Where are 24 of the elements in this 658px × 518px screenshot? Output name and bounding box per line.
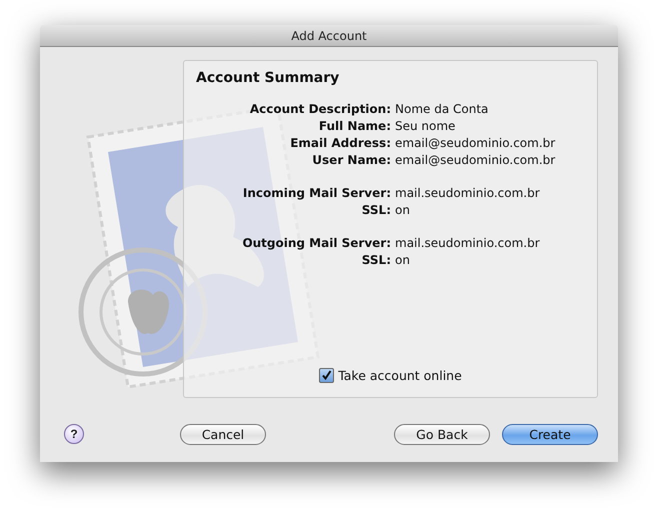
field-value: Nome da Conta <box>395 102 488 116</box>
field-value: on <box>395 253 410 267</box>
field-label: Email Address: <box>290 136 391 150</box>
field-value: on <box>395 203 410 217</box>
push-button[interactable]: Go Back <box>394 424 490 444</box>
checkbox-label[interactable]: Take account online <box>338 368 462 383</box>
field-label: SSL: <box>362 203 391 217</box>
field-value: mail.seudominio.com.br <box>395 186 540 200</box>
field-label: Incoming Mail Server: <box>242 186 391 200</box>
field-value: email@seudominio.com.br <box>395 136 556 150</box>
field-label: Outgoing Mail Server: <box>242 236 391 250</box>
field-label: User Name: <box>312 153 391 167</box>
field-value: Seu nome <box>395 119 456 133</box>
field-value: email@seudominio.com.br <box>395 153 556 167</box>
field-label: Account Description: <box>250 102 391 116</box>
checkbox[interactable] <box>319 368 334 383</box>
field-value: mail.seudominio.com.br <box>395 236 540 250</box>
field-label: Full Name: <box>318 119 391 133</box>
window-title: Add Account <box>291 28 367 42</box>
default-button[interactable]: Create <box>502 424 598 444</box>
field-label: SSL: <box>362 253 391 267</box>
push-button[interactable]: Cancel <box>180 424 266 444</box>
help-button[interactable]: ? <box>64 424 84 444</box>
section-heading: Account Summary <box>196 70 340 86</box>
